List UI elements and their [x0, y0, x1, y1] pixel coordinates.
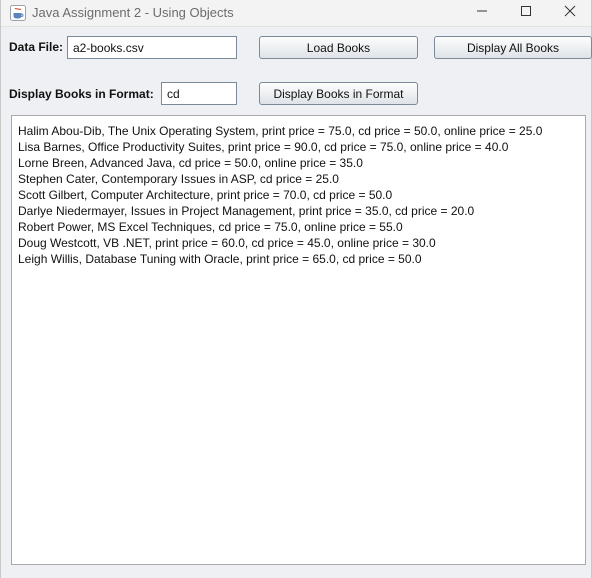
display-books-in-format-button[interactable]: Display Books in Format: [259, 82, 418, 105]
list-item: Scott Gilbert, Computer Architecture, pr…: [18, 188, 393, 202]
list-item: Lorne Breen, Advanced Java, cd price = 5…: [18, 156, 363, 170]
data-file-input[interactable]: [67, 36, 237, 59]
list-item: Leigh Willis, Database Tuning with Oracl…: [18, 252, 422, 266]
close-icon: [564, 4, 576, 22]
main-panel: Data File: Load Books Display All Books …: [1, 27, 592, 578]
list-item: Darlye Niedermayer, Issues in Project Ma…: [18, 204, 475, 218]
minimize-icon: [476, 4, 488, 22]
maximize-icon: [520, 4, 532, 22]
display-all-books-button[interactable]: Display All Books: [434, 36, 592, 59]
format-input[interactable]: [161, 82, 237, 105]
output-text-area[interactable]: Halim Abou-Dib, The Unix Operating Syste…: [11, 115, 586, 565]
app-window: Java Assignment 2 - Using Objects Data F…: [0, 0, 592, 578]
minimize-button[interactable]: [459, 0, 505, 26]
list-item: Doug Westcott, VB .NET, print price = 60…: [18, 236, 436, 250]
list-item: Robert Power, MS Excel Techniques, cd pr…: [18, 220, 403, 234]
data-file-label: Data File:: [9, 40, 64, 54]
maximize-button[interactable]: [503, 0, 549, 26]
list-item: Halim Abou-Dib, The Unix Operating Syste…: [18, 124, 543, 138]
java-cup-icon: [10, 5, 26, 21]
list-item: Lisa Barnes, Office Productivity Suites,…: [18, 140, 509, 154]
list-item: Stephen Cater, Contemporary Issues in AS…: [18, 172, 339, 186]
load-books-button[interactable]: Load Books: [259, 36, 418, 59]
format-label: Display Books in Format:: [9, 87, 154, 101]
close-button[interactable]: [547, 0, 592, 26]
title-bar[interactable]: Java Assignment 2 - Using Objects: [1, 0, 591, 27]
window-title: Java Assignment 2 - Using Objects: [32, 5, 234, 20]
